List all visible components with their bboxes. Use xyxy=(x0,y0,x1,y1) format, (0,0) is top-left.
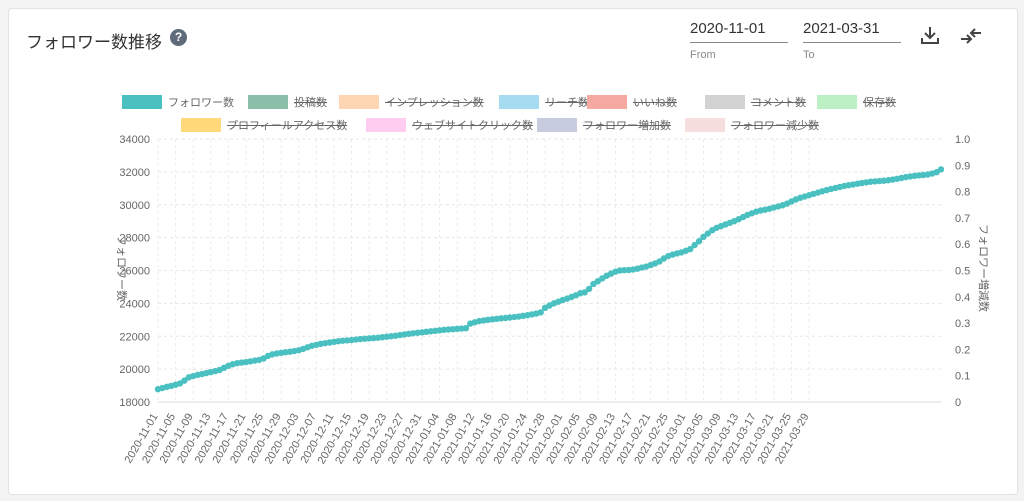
y2-tick-label: 0.2 xyxy=(955,344,970,356)
y-tick-label: 22000 xyxy=(119,331,150,343)
y-tick-label: 20000 xyxy=(119,364,150,376)
y2-tick-label: 0.8 xyxy=(955,187,970,199)
y2-tick-label: 0.4 xyxy=(955,292,970,304)
y2-tick-label: 0.6 xyxy=(955,239,970,251)
data-point[interactable] xyxy=(585,285,593,293)
series-followers xyxy=(154,166,945,393)
y2-tick-label: 0.7 xyxy=(955,213,970,225)
y-tick-label: 34000 xyxy=(119,134,150,146)
data-point[interactable] xyxy=(937,166,945,173)
y2-tick-label: 0.3 xyxy=(955,318,970,330)
y2-tick-label: 0.9 xyxy=(955,160,970,172)
y2-tick-label: 0.1 xyxy=(955,371,970,383)
y-tick-label: 30000 xyxy=(119,200,150,212)
data-point[interactable] xyxy=(462,324,470,332)
y2-tick-label: 1.0 xyxy=(955,134,970,146)
y2-axis-ticks: 0 0.1 0.2 0.3 0.4 0.5 0.6 0.7 0.8 0.9 1.0 xyxy=(955,134,970,409)
chart-grid xyxy=(157,138,941,403)
y2-tick-label: 0.5 xyxy=(955,266,970,278)
y-tick-label: 18000 xyxy=(119,397,150,409)
y2-axis-label: フォロワー増減数 xyxy=(977,224,991,312)
y-tick-label: 32000 xyxy=(119,167,150,179)
y-axis-label: フォロワー数 xyxy=(115,235,128,301)
x-axis-ticks: 2020-11-012020-11-052020-11-092020-11-13… xyxy=(122,411,811,466)
line-chart: 1800020000220002400026000280003000032000… xyxy=(115,134,991,466)
y2-tick-label: 0 xyxy=(955,397,961,409)
data-point[interactable] xyxy=(537,309,544,316)
